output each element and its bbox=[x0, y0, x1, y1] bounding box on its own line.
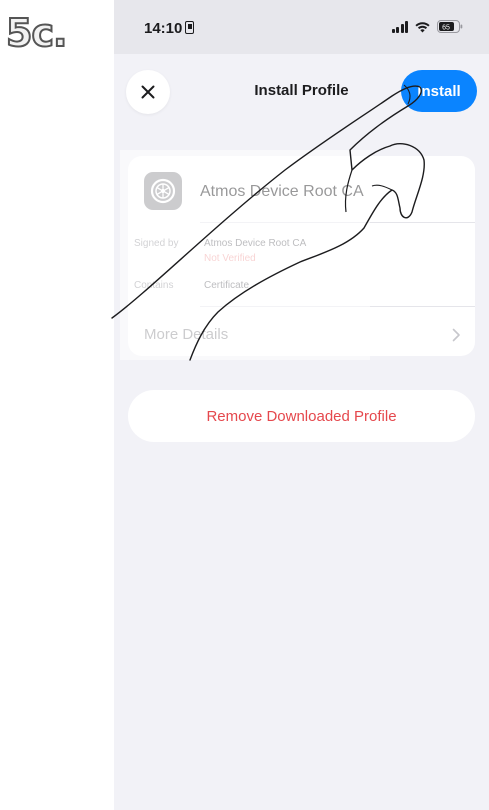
contains-label: Contains bbox=[134, 280, 174, 291]
battery-level: 65 bbox=[442, 25, 450, 32]
contains-value: Certificate bbox=[204, 280, 250, 291]
signed-by-value: Atmos Device Root CA bbox=[204, 238, 307, 249]
install-button[interactable]: Install bbox=[401, 70, 477, 112]
status-indicators: 65 bbox=[391, 20, 464, 33]
step-label: 5c. bbox=[5, 11, 68, 55]
install-profile-sheet: Install Profile Install Atmos Device Roo… bbox=[114, 58, 489, 810]
sim-card-icon bbox=[185, 21, 195, 34]
divider bbox=[200, 222, 475, 223]
verification-status: Not Verified bbox=[204, 253, 256, 264]
settings-gear-icon bbox=[144, 172, 182, 210]
chevron-right-icon bbox=[452, 328, 460, 342]
profile-card: Atmos Device Root CA Signed by Atmos Dev… bbox=[128, 156, 475, 356]
profile-name: Atmos Device Root CA bbox=[200, 183, 364, 200]
status-time-text: 14:10 bbox=[144, 20, 183, 37]
wifi-icon bbox=[415, 21, 430, 33]
divider bbox=[200, 306, 475, 307]
more-details-row[interactable]: More Details bbox=[128, 314, 475, 356]
status-bar: 14:10 65 bbox=[114, 0, 489, 54]
remove-downloaded-profile-button[interactable]: Remove Downloaded Profile bbox=[128, 390, 475, 442]
phone-screen: 14:10 65 Install Profile Install Atmos D… bbox=[114, 0, 489, 810]
status-time: 14:10 bbox=[144, 20, 195, 37]
battery-icon: 65 bbox=[437, 20, 463, 33]
signed-by-label: Signed by bbox=[134, 238, 179, 249]
cellular-signal-icon bbox=[391, 20, 408, 33]
more-details-label: More Details bbox=[144, 326, 229, 343]
